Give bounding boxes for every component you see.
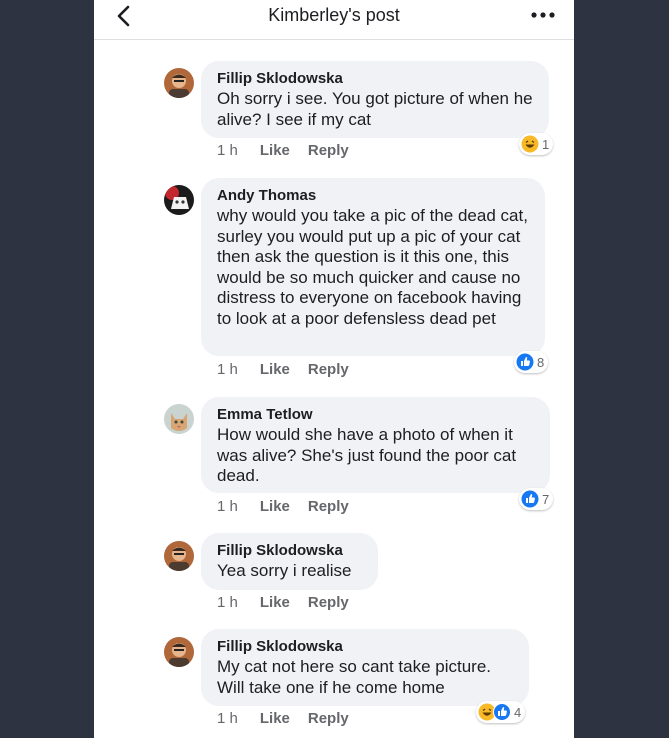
reply-button[interactable]: Reply: [308, 710, 349, 727]
avatar[interactable]: [164, 637, 194, 667]
comment-bubble[interactable]: Andy Thomas why would you take a pic of …: [201, 178, 545, 356]
avatar[interactable]: [164, 404, 194, 434]
avatar[interactable]: [164, 185, 194, 215]
reply-button[interactable]: Reply: [308, 142, 349, 159]
comment-time: 1 h: [217, 142, 238, 159]
reaction-count: 8: [537, 354, 545, 370]
reply-button[interactable]: Reply: [308, 361, 349, 378]
comment-text: Yea sorry i realise: [217, 561, 352, 580]
reaction-summary[interactable]: 7: [519, 488, 554, 510]
avatar[interactable]: [164, 68, 194, 98]
reply-button[interactable]: Reply: [308, 594, 349, 611]
like-button[interactable]: Like: [260, 498, 290, 515]
comment-bubble[interactable]: Fillip Sklodowska Oh sorry i see. You go…: [201, 61, 549, 138]
like-button[interactable]: Like: [260, 361, 290, 378]
comment-text: How would she have a photo of when it wa…: [217, 425, 517, 485]
comment-bubble[interactable]: Fillip Sklodowska My cat not here so can…: [201, 629, 529, 706]
comment-bubble[interactable]: Fillip Sklodowska Yea sorry i realise: [201, 533, 378, 590]
comment-time: 1 h: [217, 361, 238, 378]
comment-bubble[interactable]: Emma Tetlow How would she have a photo o…: [201, 397, 550, 493]
post-comments-screen: Kimberley's post Fillip Sklodowska Oh so…: [94, 0, 574, 738]
comment-actions: 1 h Like Reply: [217, 498, 367, 515]
more-options-icon[interactable]: [530, 8, 556, 22]
comment-author[interactable]: Andy Thomas: [217, 187, 531, 205]
reaction-count: 4: [514, 704, 522, 720]
reply-button[interactable]: Reply: [308, 498, 349, 515]
reaction-count: 1: [542, 136, 550, 152]
haha-reaction-icon: [521, 135, 539, 153]
comment-author[interactable]: Fillip Sklodowska: [217, 638, 515, 656]
avatar[interactable]: [164, 541, 194, 571]
reaction-summary[interactable]: 4: [476, 701, 526, 723]
comment-actions: 1 h Like Reply: [217, 142, 367, 159]
comment-text: My cat not here so cant take picture. Wi…: [217, 657, 492, 697]
like-button[interactable]: Like: [260, 710, 290, 727]
comment-time: 1 h: [217, 594, 238, 611]
comment-author[interactable]: Fillip Sklodowska: [217, 70, 535, 88]
comment-time: 1 h: [217, 498, 238, 515]
like-reaction-icon: [521, 490, 539, 508]
like-reaction-icon: [516, 353, 534, 371]
comment-actions: 1 h Like Reply: [217, 361, 367, 378]
top-bar: Kimberley's post: [94, 0, 574, 40]
like-button[interactable]: Like: [260, 594, 290, 611]
comment-author[interactable]: Fillip Sklodowska: [217, 542, 364, 560]
comment-actions: 1 h Like Reply: [217, 710, 367, 727]
reaction-summary[interactable]: 8: [514, 351, 549, 373]
comment-time: 1 h: [217, 710, 238, 727]
page-title: Kimberley's post: [268, 5, 400, 25]
comment-author[interactable]: Emma Tetlow: [217, 406, 536, 424]
like-button[interactable]: Like: [260, 142, 290, 159]
reaction-summary[interactable]: 1: [519, 133, 554, 155]
reaction-count: 7: [542, 491, 550, 507]
comment-actions: 1 h Like Reply: [217, 594, 367, 611]
like-reaction-icon: [493, 703, 511, 721]
comment-text: Oh sorry i see. You got picture of when …: [217, 89, 533, 129]
comment-text: why would you take a pic of the dead cat…: [217, 206, 528, 328]
